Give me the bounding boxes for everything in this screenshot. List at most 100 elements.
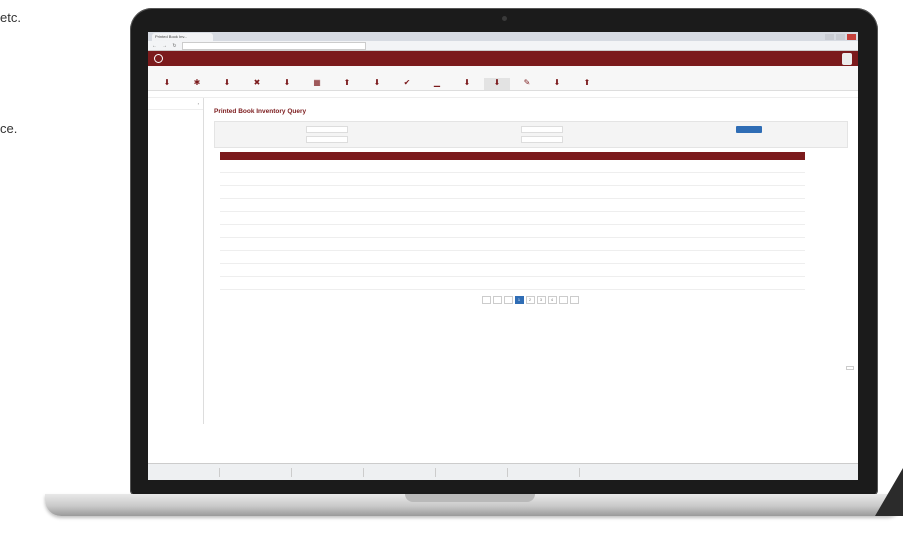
- filter-input[interactable]: [520, 126, 563, 133]
- table-row[interactable]: [220, 250, 805, 264]
- column-header[interactable]: [760, 152, 805, 160]
- table-cell: [400, 250, 445, 264]
- toolbar-button[interactable]: ▦: [304, 78, 330, 90]
- toolbar-button[interactable]: ✖: [244, 78, 270, 90]
- table-cell: [670, 237, 715, 251]
- page-button[interactable]: 4: [547, 296, 557, 304]
- date-from-input[interactable]: [305, 136, 348, 143]
- table-cell: [670, 198, 715, 212]
- toolbar-button[interactable]: ⬇: [364, 78, 390, 90]
- table-cell[interactable]: [220, 185, 265, 199]
- column-header[interactable]: [265, 152, 310, 160]
- page-button[interactable]: [558, 296, 568, 304]
- column-header[interactable]: [310, 152, 355, 160]
- table-cell: [625, 198, 670, 212]
- toolbar-button[interactable]: ⬇: [214, 78, 240, 90]
- page-button[interactable]: [503, 296, 513, 304]
- table-cell[interactable]: [220, 224, 265, 238]
- download-item[interactable]: [295, 467, 364, 477]
- table-cell: [400, 263, 445, 277]
- toolbar-button[interactable]: ⬇: [154, 78, 180, 90]
- sidebar-item[interactable]: ›: [148, 98, 203, 110]
- minimize-button[interactable]: [825, 33, 834, 40]
- table-cell: [760, 237, 805, 251]
- toolbar-button[interactable]: ✎: [514, 78, 540, 90]
- column-header[interactable]: [535, 152, 580, 160]
- column-header[interactable]: [670, 152, 715, 160]
- toolbar-button[interactable]: ⬆: [574, 78, 600, 90]
- table-cell: [355, 198, 400, 212]
- download-item[interactable]: [511, 467, 580, 477]
- forward-icon[interactable]: →: [161, 43, 168, 49]
- column-header[interactable]: [400, 152, 445, 160]
- address-bar-row: ← → ↻: [148, 41, 858, 51]
- toolbar-button[interactable]: ✱: [184, 78, 210, 90]
- back-icon[interactable]: ←: [151, 43, 158, 49]
- toolbar-button[interactable]: ⬇: [544, 78, 570, 90]
- toolbar-button[interactable]: ⬇: [274, 78, 300, 90]
- toolbar-button[interactable]: ▁: [424, 78, 450, 90]
- table-row[interactable]: [220, 237, 805, 251]
- column-header[interactable]: [625, 152, 670, 160]
- page-button[interactable]: 2: [525, 296, 535, 304]
- table-cell: [355, 237, 400, 251]
- table-cell: [625, 160, 670, 173]
- browser-tab[interactable]: Printed Book Inv...: [152, 32, 213, 41]
- download-item[interactable]: [439, 467, 508, 477]
- table-cell[interactable]: [220, 172, 265, 186]
- column-header[interactable]: [580, 152, 625, 160]
- column-header[interactable]: [220, 152, 265, 160]
- toolbar-button[interactable]: ⬇: [484, 78, 510, 90]
- table-row[interactable]: [220, 198, 805, 212]
- maximize-button[interactable]: [836, 33, 845, 40]
- table-cell: [445, 160, 490, 173]
- table-cell[interactable]: [220, 250, 265, 264]
- table-row[interactable]: [220, 160, 805, 173]
- breadcrumb: [148, 91, 858, 98]
- table-cell[interactable]: [220, 160, 265, 173]
- chevron-right-icon: ›: [197, 101, 199, 106]
- search-button[interactable]: [736, 126, 763, 133]
- column-header[interactable]: [355, 152, 400, 160]
- pencil-icon: ✎: [523, 78, 531, 87]
- table-cell: [580, 211, 625, 225]
- avatar[interactable]: [842, 52, 852, 65]
- table-row[interactable]: [220, 276, 805, 290]
- page-button[interactable]: [569, 296, 579, 304]
- table-cell[interactable]: [220, 276, 265, 290]
- page-size-select[interactable]: [846, 366, 854, 370]
- column-header[interactable]: [490, 152, 535, 160]
- page-button[interactable]: [481, 296, 491, 304]
- toolbar-button[interactable]: ⬆: [334, 78, 360, 90]
- table-cell[interactable]: [220, 211, 265, 225]
- refresh-icon[interactable]: ↻: [171, 43, 178, 49]
- close-button[interactable]: [847, 33, 856, 40]
- table-row[interactable]: [220, 172, 805, 186]
- toolbar-button[interactable]: ⬇: [454, 78, 480, 90]
- date-to-input[interactable]: [520, 136, 563, 143]
- laptop-screen: Printed Book Inv... ← → ↻ ⬇ ✱ ⬇ ✖ ⬇ ▦ ⬆ …: [148, 32, 858, 480]
- page-button[interactable]: [492, 296, 502, 304]
- table-cell: [535, 237, 580, 251]
- header-right: [824, 52, 852, 65]
- toolbar-button[interactable]: ✔: [394, 78, 420, 90]
- table-cell: [400, 224, 445, 238]
- table-cell: [355, 263, 400, 277]
- table-row[interactable]: [220, 263, 805, 277]
- column-header[interactable]: [445, 152, 490, 160]
- download-item[interactable]: [223, 467, 292, 477]
- table-row[interactable]: [220, 185, 805, 199]
- table-cell[interactable]: [220, 263, 265, 277]
- table-cell[interactable]: [220, 237, 265, 251]
- page-button[interactable]: 1: [514, 296, 524, 304]
- app-logo[interactable]: [154, 54, 166, 63]
- table-row[interactable]: [220, 224, 805, 238]
- url-input[interactable]: [182, 41, 366, 50]
- page-button[interactable]: 3: [536, 296, 546, 304]
- table-row[interactable]: [220, 211, 805, 225]
- filter-input[interactable]: [305, 126, 348, 133]
- column-header[interactable]: [715, 152, 760, 160]
- table-cell[interactable]: [220, 198, 265, 212]
- download-item[interactable]: [151, 467, 220, 477]
- download-item[interactable]: [367, 467, 436, 477]
